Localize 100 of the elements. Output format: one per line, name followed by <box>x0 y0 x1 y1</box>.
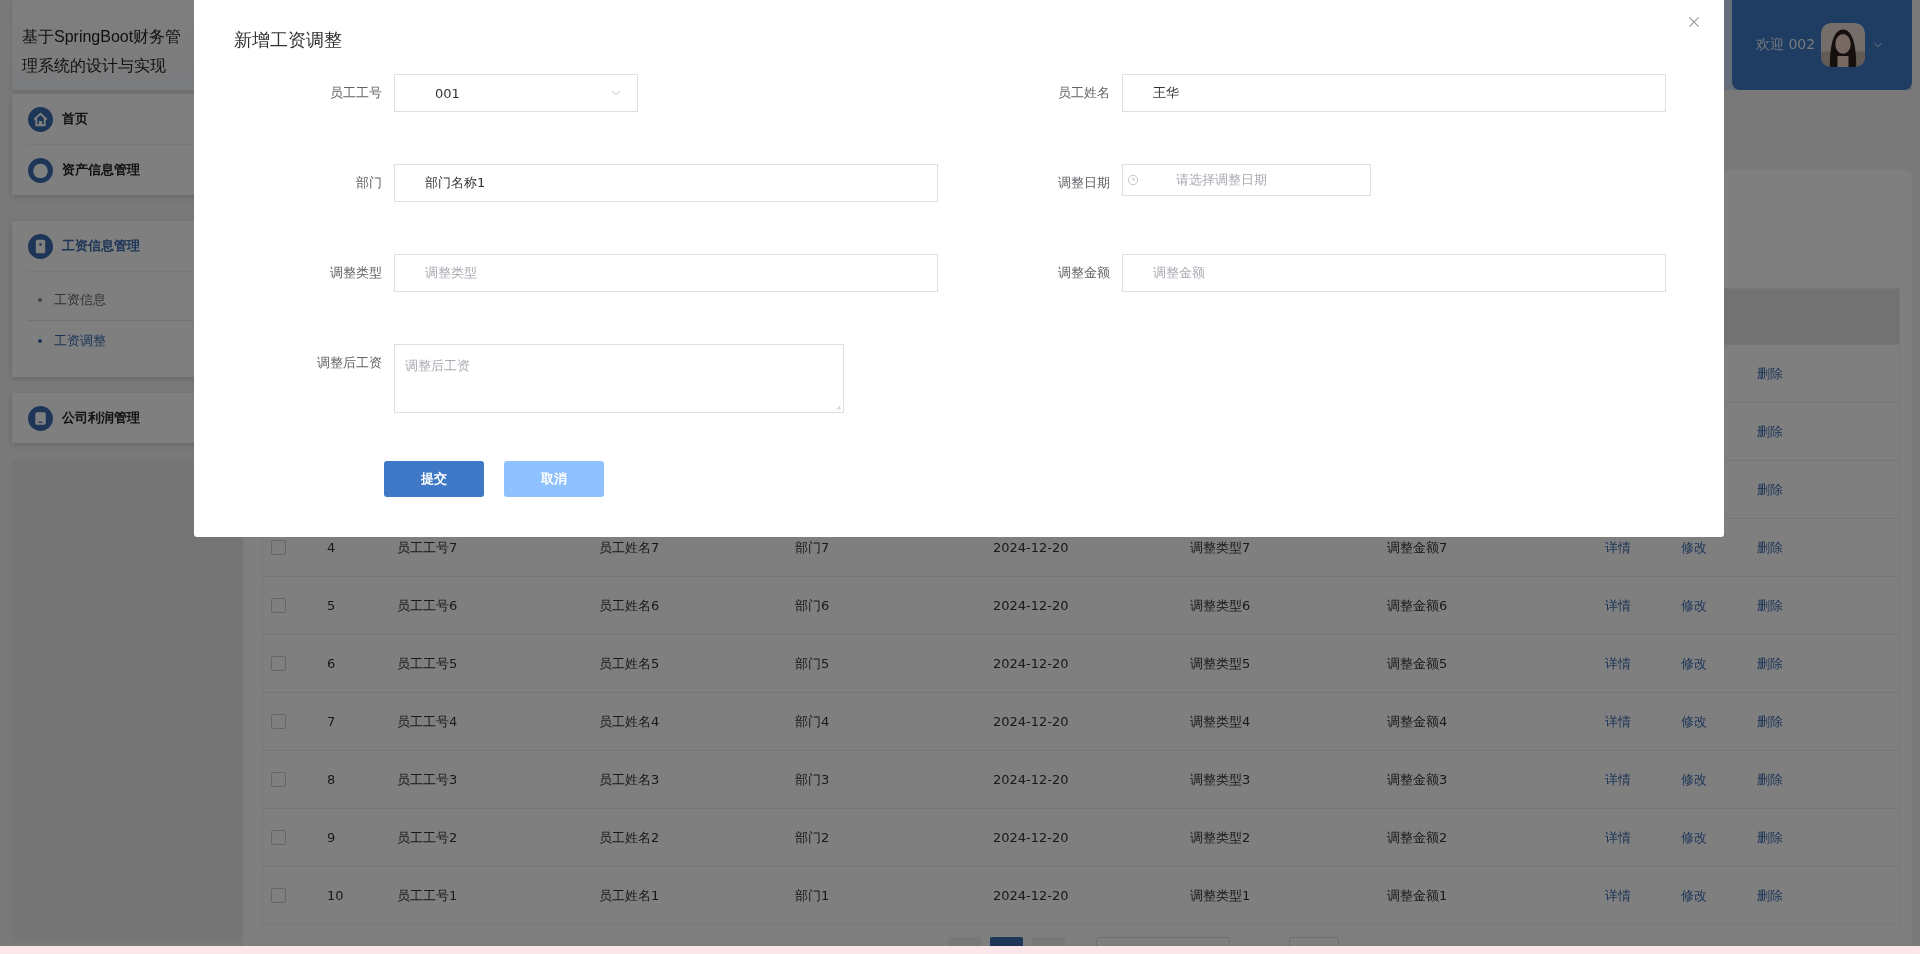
checkbox[interactable] <box>271 772 286 787</box>
table-cell: 10 <box>327 888 344 903</box>
checkbox[interactable] <box>271 888 286 903</box>
field-label: 调整类型 <box>329 264 382 282</box>
edit-link[interactable]: 修改 <box>1681 887 1707 903</box>
field-label: 员工工号 <box>329 84 382 102</box>
edit-link[interactable]: 修改 <box>1681 539 1707 555</box>
table-cell: 7 <box>327 714 336 729</box>
edit-link[interactable]: 修改 <box>1681 655 1707 671</box>
table-cell: 调整类型6 <box>1190 597 1251 613</box>
clock-icon <box>1126 173 1140 187</box>
table-cell: 部门1 <box>795 887 830 903</box>
detail-link[interactable]: 详情 <box>1605 597 1631 613</box>
delete-link[interactable]: 删除 <box>1757 597 1783 613</box>
checkbox[interactable] <box>271 598 286 613</box>
input-field[interactable]: 调整类型 <box>394 254 938 292</box>
table-cell: 调整金额5 <box>1387 655 1448 671</box>
home-icon <box>28 106 53 132</box>
input-field[interactable]: 部门名称1 <box>394 164 938 202</box>
close-icon <box>1686 14 1702 30</box>
submit-button[interactable]: 提交 <box>384 461 484 497</box>
table-cell: 4 <box>327 540 336 555</box>
text-area[interactable]: 调整后工资 <box>394 344 844 413</box>
table-cell: 员工工号7 <box>397 539 458 555</box>
table-cell: 调整金额2 <box>1387 829 1448 845</box>
delete-link[interactable]: 删除 <box>1757 365 1783 381</box>
table-cell: 2024-12-20 <box>993 714 1069 729</box>
table-cell: 调整金额4 <box>1387 713 1448 729</box>
table-cell: 部门4 <box>795 713 830 729</box>
table-cell: 6 <box>327 656 336 671</box>
delete-link[interactable]: 删除 <box>1757 423 1783 439</box>
table-cell: 调整类型3 <box>1190 771 1251 787</box>
delete-link[interactable]: 删除 <box>1757 829 1783 845</box>
delete-link[interactable]: 删除 <box>1757 713 1783 729</box>
table-cell: 2024-12-20 <box>993 598 1069 613</box>
table-cell: 调整金额1 <box>1387 887 1448 903</box>
table-cell: 员工工号6 <box>397 597 458 613</box>
cancel-button[interactable]: 取消 <box>504 461 604 497</box>
field-label: 调整后工资 <box>316 354 382 372</box>
table-cell: 8 <box>327 772 336 787</box>
menu-item[interactable]: 公司利润管理 <box>28 393 227 443</box>
table-cell: 调整金额6 <box>1387 597 1448 613</box>
checkbox[interactable] <box>271 830 286 845</box>
table-cell: 调整类型2 <box>1190 829 1251 845</box>
dialog-title: 新增工资调整 <box>234 28 342 52</box>
table-cell: 员工工号5 <box>397 655 458 671</box>
table-cell: 2024-12-20 <box>993 830 1069 845</box>
app-title: 基于SpringBoot财务管理系统的设计与实现 <box>22 27 183 76</box>
edit-link[interactable]: 修改 <box>1681 771 1707 787</box>
delete-link[interactable]: 删除 <box>1757 539 1783 555</box>
table-cell: 员工姓名2 <box>599 829 660 845</box>
table-cell: 员工姓名6 <box>599 597 660 613</box>
table-cell: 调整金额7 <box>1387 539 1448 555</box>
detail-link[interactable]: 详情 <box>1605 713 1631 729</box>
field-label: 调整金额 <box>1057 264 1110 282</box>
checkbox[interactable] <box>271 540 286 555</box>
delete-link[interactable]: 删除 <box>1757 655 1783 671</box>
tablet-icon <box>28 405 53 431</box>
field-label: 员工姓名 <box>1057 84 1110 102</box>
field-label: 调整日期 <box>1057 174 1110 192</box>
input-field[interactable]: 调整金额 <box>1122 254 1666 292</box>
table-cell: 调整类型5 <box>1190 655 1251 671</box>
delete-link[interactable]: 删除 <box>1757 481 1783 497</box>
checkbox[interactable] <box>271 714 286 729</box>
table-cell: 2024-12-20 <box>993 540 1069 555</box>
input-field[interactable]: 王华 <box>1122 74 1666 112</box>
select-field[interactable]: 001 <box>394 74 638 112</box>
edit-link[interactable]: 修改 <box>1681 713 1707 729</box>
delete-link[interactable]: 删除 <box>1757 771 1783 787</box>
date-field[interactable]: 请选择调整日期 <box>1122 164 1371 196</box>
table-cell: 员工姓名4 <box>599 713 660 729</box>
tablet-icon <box>28 233 53 259</box>
edit-link[interactable]: 修改 <box>1681 829 1707 845</box>
detail-link[interactable]: 详情 <box>1605 655 1631 671</box>
checkbox[interactable] <box>271 656 286 671</box>
table-cell: 员工姓名7 <box>599 539 660 555</box>
submenu-item[interactable]: 工资调整 <box>28 321 238 361</box>
detail-link[interactable]: 详情 <box>1605 887 1631 903</box>
table-cell: 员工姓名3 <box>599 771 660 787</box>
table-cell: 部门7 <box>795 539 830 555</box>
detail-link[interactable]: 详情 <box>1605 771 1631 787</box>
circle-icon <box>28 157 53 183</box>
detail-link[interactable]: 详情 <box>1605 829 1631 845</box>
table-cell: 5 <box>327 598 336 613</box>
table-cell: 部门5 <box>795 655 830 671</box>
table-cell: 员工工号4 <box>397 713 458 729</box>
edit-link[interactable]: 修改 <box>1681 597 1707 613</box>
table-cell: 员工工号2 <box>397 829 458 845</box>
table-cell: 部门3 <box>795 771 830 787</box>
table-cell: 部门2 <box>795 829 830 845</box>
table-cell: 2024-12-20 <box>993 656 1069 671</box>
field-label: 部门 <box>355 174 382 192</box>
table-cell: 调整类型4 <box>1190 713 1251 729</box>
delete-link[interactable]: 删除 <box>1757 887 1783 903</box>
table-cell: 部门6 <box>795 597 830 613</box>
table-cell: 员工姓名5 <box>599 655 660 671</box>
detail-link[interactable]: 详情 <box>1605 539 1631 555</box>
user-menu[interactable]: 欢迎 002 <box>1732 0 1912 90</box>
menu-item[interactable]: 资产信息管理 <box>28 145 227 195</box>
table-cell: 9 <box>327 830 336 845</box>
